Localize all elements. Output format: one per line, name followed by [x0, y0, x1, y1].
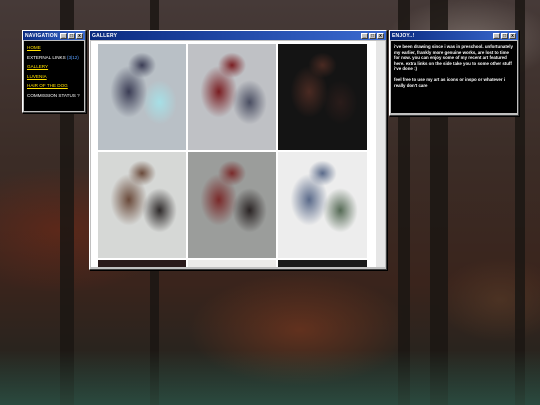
minimize-button[interactable]: _ — [493, 32, 500, 39]
close-button[interactable]: x — [377, 32, 384, 39]
enjoy-window: ENJOY..! _ □ x i've been drawing since i… — [389, 30, 519, 116]
nav-item-external-links[interactable]: EXTERNAL LINKS (3|12) — [27, 53, 81, 63]
gallery-image-partial[interactable] — [188, 260, 276, 267]
gallery-image-partial[interactable] — [278, 260, 367, 267]
usage-paragraph: feel free to use my art as icons or insp… — [394, 76, 506, 88]
maximize-button[interactable]: □ — [369, 32, 376, 39]
nav-link[interactable]: HAIR OF THE DOG — [27, 83, 68, 88]
window-title: NAVIGATION — [25, 32, 58, 39]
nav-item-commission-status[interactable]: COMMISSION STATUS ? — [27, 91, 81, 101]
gallery-grid — [91, 41, 385, 267]
minimize-button[interactable]: _ — [60, 32, 67, 39]
navigation-titlebar[interactable]: NAVIGATION _ □ x — [23, 31, 85, 40]
nav-item-hair-of-the-dog[interactable]: HAIR OF THE DOG — [27, 81, 81, 91]
nav-link[interactable]: LUVENIA — [27, 74, 47, 79]
gallery-image-grey-pony-reference[interactable] — [188, 44, 276, 150]
nav-label[interactable]: EXTERNAL LINKS — [27, 55, 66, 60]
window-title: ENJOY..! — [392, 32, 415, 39]
scrollbar[interactable] — [376, 41, 385, 267]
nav-link[interactable]: GALLERY — [27, 64, 48, 69]
gallery-image-sitting-wolf-plaid[interactable] — [188, 152, 276, 258]
nav-item-luvenia[interactable]: LUVENIA — [27, 72, 81, 82]
gallery-image-sketch-group-scene[interactable] — [278, 152, 367, 258]
navigation-list: HOME EXTERNAL LINKS (3|12) GALLERY LUVEN… — [24, 41, 84, 111]
mist-overlay — [0, 350, 540, 405]
minimize-button[interactable]: _ — [361, 32, 368, 39]
maximize-button[interactable]: □ — [501, 32, 508, 39]
enjoy-titlebar[interactable]: ENJOY..! _ □ x — [390, 31, 518, 40]
gallery-image-wolf-character-reference[interactable] — [98, 152, 186, 258]
gallery-image-partial[interactable] — [98, 260, 186, 267]
gallery-image-dark-room-scene[interactable] — [278, 44, 367, 150]
gallery-titlebar[interactable]: GALLERY _ □ x — [90, 31, 386, 40]
nav-label[interactable]: COMMISSION STATUS ? — [27, 93, 80, 98]
link-count[interactable]: (3|12) — [67, 55, 79, 60]
nav-item-gallery[interactable]: GALLERY — [27, 62, 81, 72]
gallery-window: GALLERY _ □ x — [89, 30, 387, 270]
navigation-window: NAVIGATION _ □ x HOME EXTERNAL LINKS (3|… — [22, 30, 86, 113]
intro-paragraph: i've been drawing since i was in prescho… — [394, 44, 513, 72]
window-title: GALLERY — [92, 32, 118, 39]
gallery-image-pony-character-sketch[interactable] — [98, 44, 186, 150]
close-button[interactable]: x — [509, 32, 516, 39]
maximize-button[interactable]: □ — [68, 32, 75, 39]
nav-item-home[interactable]: HOME — [27, 43, 81, 53]
nav-link[interactable]: HOME — [27, 45, 41, 50]
enjoy-text: i've been drawing since i was in prescho… — [391, 41, 517, 113]
close-button[interactable]: x — [76, 32, 83, 39]
